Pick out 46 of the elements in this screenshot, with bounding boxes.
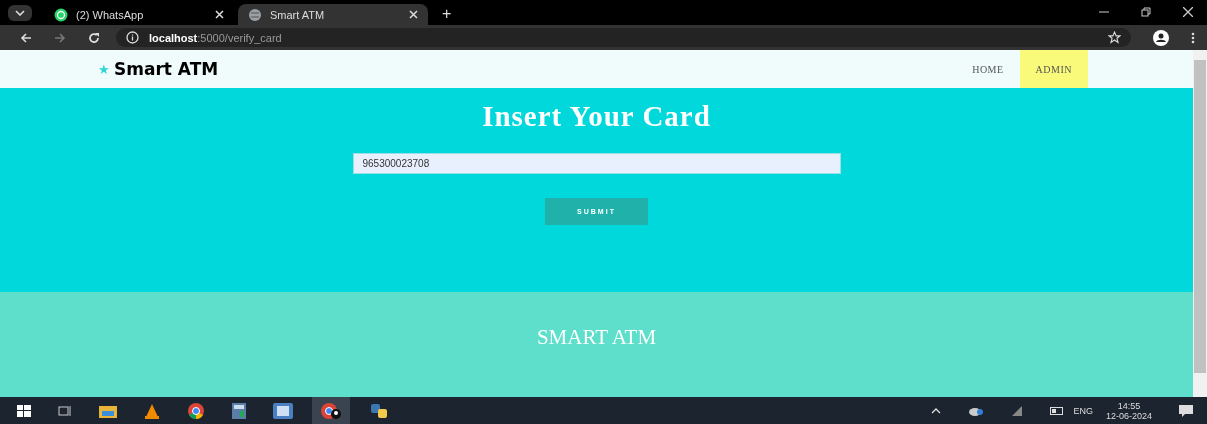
reload-icon[interactable]: [88, 31, 100, 44]
windows-start-icon[interactable]: [17, 404, 31, 417]
tab-title: (2) WhatsApp: [76, 8, 145, 21]
battery-icon[interactable]: [1050, 406, 1065, 415]
traffic-cone-icon[interactable]: [144, 402, 160, 419]
more-icon[interactable]: [1191, 31, 1195, 44]
cloud-icon[interactable]: [968, 405, 985, 416]
calculator-icon[interactable]: [232, 402, 246, 419]
chat-icon: [54, 7, 68, 22]
clock-date[interactable]: 12-06-2024: [1105, 410, 1152, 421]
close-icon[interactable]: [1183, 7, 1193, 17]
globe-icon: [248, 7, 262, 22]
close-icon[interactable]: [215, 10, 224, 19]
clock-time[interactable]: 14:55: [1117, 400, 1141, 411]
logo-mark-text: ★: [98, 61, 110, 77]
browser-profile-icon[interactable]: [312, 396, 350, 424]
star-icon[interactable]: [1108, 31, 1121, 44]
task-view-icon[interactable]: [58, 404, 72, 417]
browser-tab[interactable]: (2) WhatsApp: [44, 4, 234, 25]
folder-icon[interactable]: [99, 403, 117, 418]
tab-search-button[interactable]: [8, 5, 32, 21]
site-logo[interactable]: Smart ATM: [114, 59, 219, 79]
notification-icon[interactable]: [1179, 404, 1193, 417]
scrollbar[interactable]: [1193, 50, 1207, 397]
browser-tab[interactable]: Smart ATM: [238, 4, 428, 25]
close-icon[interactable]: [409, 10, 418, 19]
nav-link[interactable]: HOME: [956, 50, 1020, 88]
browser-icon[interactable]: [187, 401, 205, 420]
page-heading: Insert Your Card: [482, 100, 711, 133]
info-icon: [126, 31, 139, 44]
footer-text: SMART ATM: [536, 325, 657, 350]
nav-link[interactable]: ADMIN: [1019, 50, 1088, 88]
wifi-icon[interactable]: [1011, 405, 1024, 416]
address-bar[interactable]: localhost:5000/verify_card: [116, 28, 1131, 47]
new-tab-button[interactable]: +: [432, 5, 462, 23]
back-arrow-icon[interactable]: [20, 31, 32, 44]
forward-arrow-icon[interactable]: [54, 31, 66, 44]
chevron-up-icon[interactable]: [931, 407, 942, 414]
language-indicator[interactable]: ENG: [1073, 405, 1093, 416]
photos-icon[interactable]: [273, 402, 293, 419]
url-text: localhost:5000/verify_card: [149, 31, 282, 44]
restore-icon[interactable]: [1141, 7, 1151, 17]
profile-icon[interactable]: [1153, 29, 1169, 46]
card-number-field[interactable]: 965300023708: [352, 153, 841, 174]
tab-title: Smart ATM: [270, 8, 326, 21]
chevron-down-icon: [15, 10, 25, 16]
